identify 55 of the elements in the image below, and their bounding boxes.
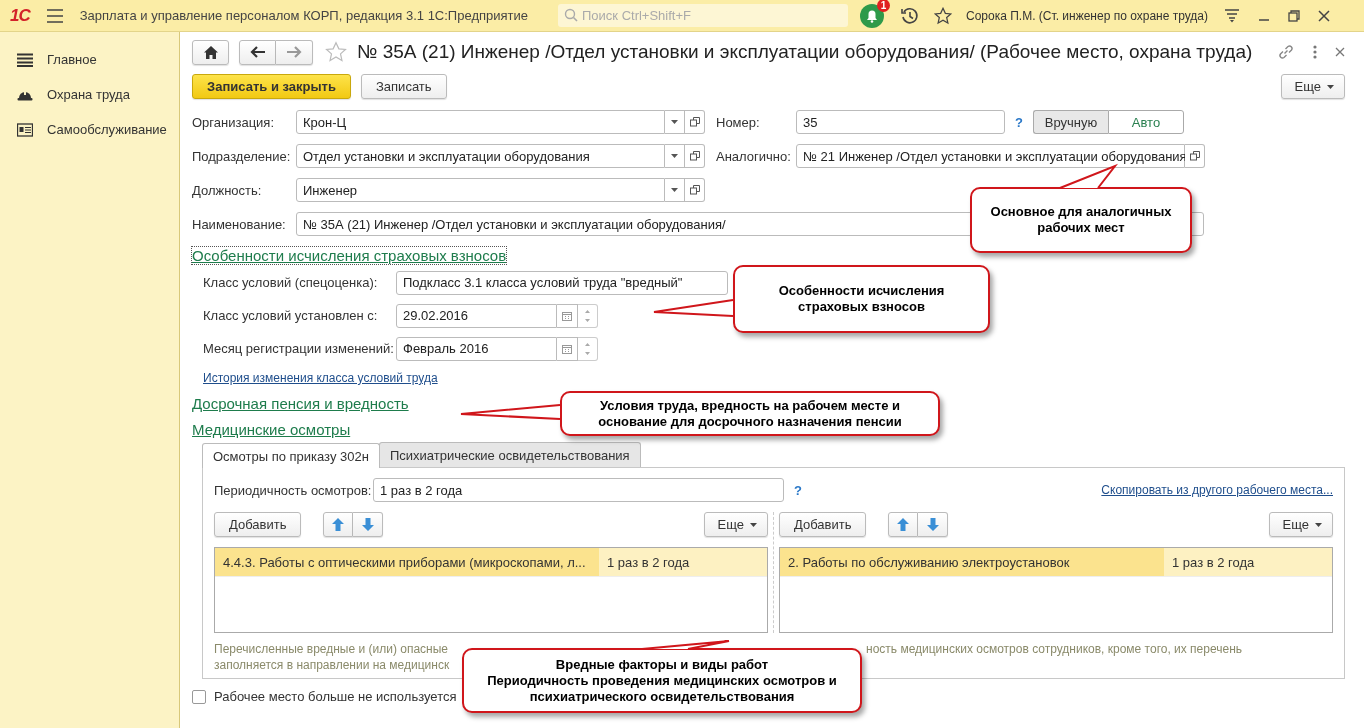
tab[interactable]: Осмотры по приказу 302н	[202, 443, 380, 468]
save-and-close-button[interactable]: Записать и закрыть	[192, 74, 351, 99]
checkbox-label[interactable]: Рабочее место больше не используется	[214, 689, 457, 704]
help-link[interactable]: ?	[794, 482, 802, 498]
input-field[interactable]: Инженер	[296, 178, 665, 202]
more-button[interactable]: Еще	[703, 512, 768, 537]
hint-text: Перечисленные вредные и (или) опасные	[214, 641, 450, 657]
app-logo: 1С	[10, 5, 30, 26]
mode-toggle[interactable]: Вручную	[1032, 110, 1108, 134]
table-cell[interactable]: 1 раз в 2 года	[599, 548, 767, 576]
field-label: Периодичность осмотров:	[214, 482, 373, 498]
notification-badge: 1	[877, 0, 890, 12]
more-button[interactable]: Еще	[1280, 74, 1345, 99]
history-link[interactable]: История изменения класса условий труда	[203, 371, 438, 385]
sidebar-item[interactable]: Охрана труда	[47, 87, 130, 102]
field-label: Подразделение:	[192, 148, 292, 164]
field-label: Класс условий установлен с:	[203, 308, 379, 323]
table-cell[interactable]: 1 раз в 2 года	[1164, 548, 1332, 576]
help-link[interactable]: ?	[1015, 114, 1023, 130]
date-field[interactable]: 29.02.2016	[396, 303, 557, 328]
field-label: Наименование:	[192, 216, 287, 232]
input-field[interactable]: Подкласс 3.1 класса условий труда "вредный"	[396, 270, 728, 295]
tab[interactable]: Психиатрические освидетельствования	[378, 442, 641, 467]
add-button[interactable]: Добавить	[214, 512, 302, 537]
callout: Условия труда, вредность на рабочем месте и основание для досрочного назначения пенсии	[560, 391, 940, 436]
section-link[interactable]: Особенности исчисления страховых взносов	[192, 247, 507, 264]
field-label: Должность:	[192, 182, 263, 198]
input-field[interactable]: Отдел установки и эксплуатации оборудования	[296, 144, 665, 168]
field-label: Класс условий (спецоценка):	[203, 275, 379, 290]
date-field[interactable]: Февраль 2016	[396, 336, 557, 361]
callout: Особенности исчисления страховых взносов	[733, 265, 990, 333]
input-field[interactable]: 1 раз в 2 года	[373, 478, 784, 502]
add-button[interactable]: Добавить	[779, 512, 867, 537]
field-label: Номер:	[716, 114, 761, 130]
user-name[interactable]: Сорока П.М. (Ст. инженер по охране труда)	[966, 8, 1208, 23]
hint-text: заполняется в направлении на медицинск	[214, 657, 451, 673]
input-field[interactable]: 35	[796, 110, 1005, 134]
copy-link[interactable]: Скопировать из другого рабочего места...	[1101, 483, 1333, 497]
input-field[interactable]: Крон-Ц	[296, 110, 665, 134]
mode-toggle[interactable]: Авто	[1107, 110, 1184, 134]
section-link[interactable]: Досрочная пенсия и вредность	[192, 395, 409, 412]
field-label: Аналогично:	[716, 148, 792, 164]
table-cell[interactable]: 4.4.3. Работы с оптическими приборами (микроскопами, л...	[215, 548, 599, 576]
search-field[interactable]: Поиск Ctrl+Shift+F	[558, 4, 848, 27]
field-label: Организация:	[192, 114, 276, 130]
hint-text: ность медицинских осмотров сотрудников, кроме того, их перечень	[866, 641, 1244, 657]
table-cell[interactable]: 2. Работы по обслуживанию электроустановок	[780, 548, 1164, 576]
section-link[interactable]: Медицинские осмотры	[192, 421, 351, 438]
sidebar-item[interactable]: Главное	[47, 52, 97, 67]
form-title: № 35А (21) Инженер /Отдел установки и эксплуатации оборудования/ (Рабочее место, охрана труда)	[357, 41, 1254, 63]
app-title: Зарплата и управление персоналом КОРП, редакция 3.1 1С:Предприятие	[79, 8, 528, 23]
save-button[interactable]: Записать	[361, 74, 447, 99]
more-button[interactable]: Еще	[1268, 512, 1333, 537]
field-label: Месяц регистрации изменений:	[203, 341, 395, 356]
sidebar-item[interactable]: Самообслуживание	[47, 122, 167, 137]
